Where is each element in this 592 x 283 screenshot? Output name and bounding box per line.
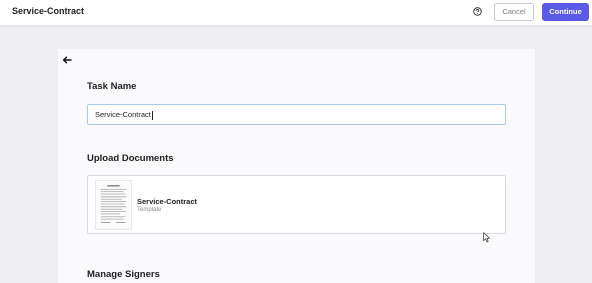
document-type: Template <box>137 207 162 213</box>
task-name-input[interactable]: Service-Contract <box>87 104 506 125</box>
arrow-left-icon[interactable] <box>62 55 72 65</box>
help-circle-icon[interactable] <box>473 7 482 16</box>
cancel-button[interactable]: Cancel <box>494 3 534 21</box>
top-bar: Service-Contract Cancel Continue <box>0 0 592 26</box>
task-name-value: Service-Contract <box>95 110 151 119</box>
document-thumbnail <box>95 180 132 230</box>
upload-documents-heading: Upload Documents <box>87 153 174 164</box>
page-title: Service-Contract <box>12 6 85 16</box>
manage-signers-heading: Manage Signers <box>87 269 160 280</box>
continue-button[interactable]: Continue <box>542 3 589 21</box>
task-name-heading: Task Name <box>87 81 137 92</box>
mouse-pointer-icon <box>483 232 490 243</box>
text-caret <box>151 110 153 120</box>
document-name: Service-Contract <box>137 197 198 206</box>
